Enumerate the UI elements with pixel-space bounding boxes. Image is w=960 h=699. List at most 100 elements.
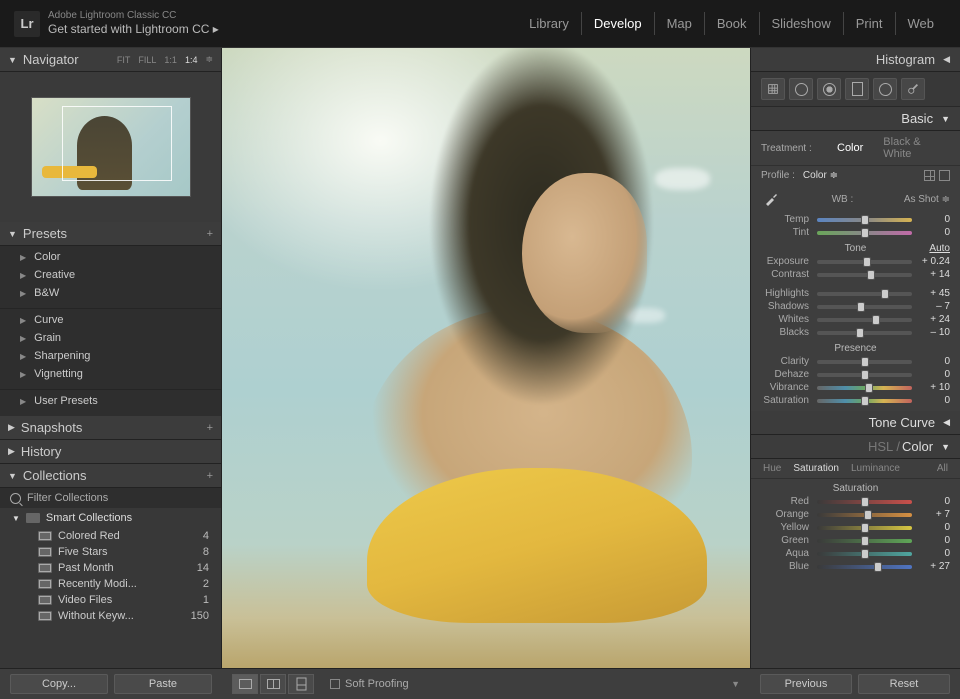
slider-aqua[interactable]: Aqua0 — [751, 547, 960, 560]
add-preset-icon[interactable]: + — [207, 228, 213, 240]
slider-track[interactable] — [817, 331, 912, 335]
collection-item[interactable]: Five Stars8 — [0, 544, 221, 560]
slider-thumb[interactable] — [861, 523, 869, 533]
zoom-menu-icon[interactable]: ≑ — [205, 54, 213, 65]
basic-header[interactable]: Basic▼ — [751, 107, 960, 131]
slider-thumb[interactable] — [861, 357, 869, 367]
preset-grain[interactable]: ▶Grain — [0, 329, 221, 347]
slider-highlights[interactable]: Highlights+ 45 — [751, 287, 960, 300]
add-collection-icon[interactable]: + — [207, 470, 213, 482]
slider-track[interactable] — [817, 526, 912, 530]
module-develop[interactable]: Develop — [582, 12, 655, 35]
gradient-tool[interactable] — [845, 78, 869, 100]
preset-color[interactable]: ▶Color — [0, 248, 221, 266]
soft-proofing-toggle[interactable]: Soft Proofing — [330, 678, 409, 690]
brush-tool[interactable] — [901, 78, 925, 100]
preset-b-w[interactable]: ▶B&W — [0, 284, 221, 302]
preset-curve[interactable]: ▶Curve — [0, 311, 221, 329]
hsl-tab-luminance[interactable]: Luminance — [847, 462, 904, 475]
slider-blacks[interactable]: Blacks– 10 — [751, 326, 960, 339]
hsl-tab-all[interactable]: All — [933, 462, 952, 475]
slider-track[interactable] — [817, 360, 912, 364]
slider-temp[interactable]: Temp0 — [751, 213, 960, 226]
slider-contrast[interactable]: Contrast+ 14 — [751, 268, 960, 281]
slider-track[interactable] — [817, 218, 912, 222]
preset-creative[interactable]: ▶Creative — [0, 266, 221, 284]
view-loupe[interactable] — [232, 674, 258, 694]
preset-user[interactable]: ▶User Presets — [0, 392, 221, 410]
snapshots-header[interactable]: ▶ Snapshots + — [0, 416, 221, 440]
navigator-preview[interactable] — [0, 72, 221, 222]
slider-thumb[interactable] — [867, 270, 875, 280]
slider-clarity[interactable]: Clarity0 — [751, 355, 960, 368]
slider-thumb[interactable] — [874, 562, 882, 572]
slider-track[interactable] — [817, 260, 912, 264]
view-before-after-yy[interactable] — [288, 674, 314, 694]
slider-whites[interactable]: Whites+ 24 — [751, 313, 960, 326]
slider-saturation[interactable]: Saturation0 — [751, 394, 960, 407]
slider-yellow[interactable]: Yellow0 — [751, 521, 960, 534]
slider-track[interactable] — [817, 552, 912, 556]
slider-thumb[interactable] — [856, 328, 864, 338]
module-book[interactable]: Book — [705, 12, 760, 35]
slider-thumb[interactable] — [861, 228, 869, 238]
hsl-tab-hue[interactable]: Hue — [759, 462, 785, 475]
preset-vignetting[interactable]: ▶Vignetting — [0, 365, 221, 383]
slider-thumb[interactable] — [865, 383, 873, 393]
slider-track[interactable] — [817, 565, 912, 569]
module-slideshow[interactable]: Slideshow — [760, 12, 844, 35]
paste-button[interactable]: Paste — [114, 674, 212, 694]
zoom-fit[interactable]: FIT — [117, 55, 131, 65]
slider-thumb[interactable] — [861, 396, 869, 406]
slider-thumb[interactable] — [861, 549, 869, 559]
presets-header[interactable]: ▼ Presets + — [0, 222, 221, 246]
add-snapshot-icon[interactable]: + — [207, 422, 213, 434]
tonecurve-header[interactable]: Tone Curve◀ — [751, 411, 960, 435]
slider-tint[interactable]: Tint0 — [751, 226, 960, 239]
toolbar-expand-icon[interactable]: ▼ — [731, 679, 740, 689]
reset-button[interactable]: Reset — [858, 674, 950, 694]
radial-tool[interactable] — [873, 78, 897, 100]
slider-track[interactable] — [817, 513, 912, 517]
zoom-fill[interactable]: FILL — [138, 55, 156, 65]
filter-collections[interactable]: Filter Collections — [0, 488, 221, 508]
slider-dehaze[interactable]: Dehaze0 — [751, 368, 960, 381]
slider-track[interactable] — [817, 305, 912, 309]
slider-thumb[interactable] — [864, 510, 872, 520]
slider-thumb[interactable] — [861, 370, 869, 380]
canvas[interactable] — [222, 48, 750, 668]
navigator-header[interactable]: ▼ Navigator FIT FILL 1:1 1:4 ≑ — [0, 48, 221, 72]
slider-track[interactable] — [817, 318, 912, 322]
slider-vibrance[interactable]: Vibrance+ 10 — [751, 381, 960, 394]
slider-track[interactable] — [817, 373, 912, 377]
collections-header[interactable]: ▼ Collections + — [0, 464, 221, 488]
zoom-1to1[interactable]: 1:1 — [164, 55, 177, 65]
collection-item[interactable]: Without Keyw...150 — [0, 608, 221, 624]
profile-dropdown[interactable]: Color ≑ — [803, 170, 838, 181]
slider-thumb[interactable] — [861, 215, 869, 225]
preset-sharpening[interactable]: ▶Sharpening — [0, 347, 221, 365]
module-print[interactable]: Print — [844, 12, 896, 35]
slider-thumb[interactable] — [861, 536, 869, 546]
previous-button[interactable]: Previous — [760, 674, 852, 694]
copy-button[interactable]: Copy... — [10, 674, 108, 694]
slider-thumb[interactable] — [857, 302, 865, 312]
slider-track[interactable] — [817, 399, 912, 403]
slider-blue[interactable]: Blue+ 27 — [751, 560, 960, 573]
slider-thumb[interactable] — [872, 315, 880, 325]
slider-shadows[interactable]: Shadows– 7 — [751, 300, 960, 313]
eyedropper-icon[interactable] — [761, 189, 781, 209]
module-web[interactable]: Web — [896, 12, 947, 35]
slider-track[interactable] — [817, 292, 912, 296]
slider-exposure[interactable]: Exposure+ 0.24 — [751, 255, 960, 268]
module-map[interactable]: Map — [655, 12, 705, 35]
slider-track[interactable] — [817, 273, 912, 277]
slider-track[interactable] — [817, 539, 912, 543]
hsl-header[interactable]: HSL / Color▼ — [751, 435, 960, 459]
spot-tool[interactable] — [789, 78, 813, 100]
collection-item[interactable]: Past Month14 — [0, 560, 221, 576]
slider-thumb[interactable] — [863, 257, 871, 267]
collection-item[interactable]: Colored Red4 — [0, 528, 221, 544]
slider-green[interactable]: Green0 — [751, 534, 960, 547]
treatment-color[interactable]: Color — [831, 141, 869, 155]
